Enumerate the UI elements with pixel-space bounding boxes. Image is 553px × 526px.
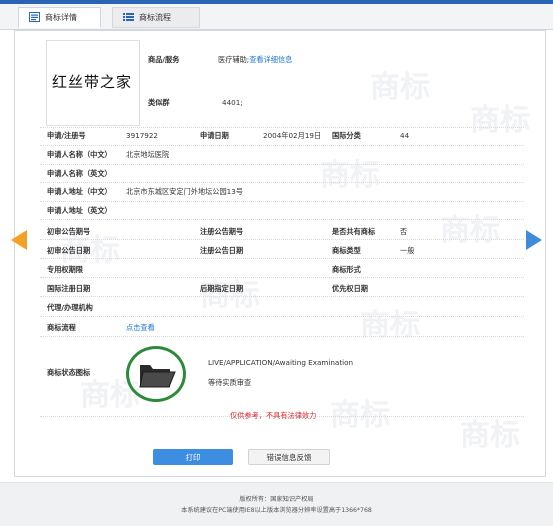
- folder-icon: [138, 360, 176, 390]
- address-cn-label: 申请人地址（中文）: [47, 187, 112, 196]
- shared-value: 否: [400, 227, 408, 236]
- similar-group-value: 4401;: [222, 98, 243, 107]
- view-process-link[interactable]: 点击查看: [126, 323, 155, 333]
- next-arrow-icon[interactable]: [526, 230, 542, 250]
- disclaimer-notice: 仅供参考，不具有法律效力: [230, 411, 317, 420]
- copyright-text: 版权所有：国家知识产权局: [239, 496, 314, 503]
- tm-form-label: 商标形式: [332, 265, 361, 274]
- tab-label: 商标流程: [139, 13, 171, 22]
- process-label: 商标流程: [47, 323, 76, 332]
- previous-arrow-icon[interactable]: [11, 230, 27, 250]
- tab-trademark-detail[interactable]: 商标详情: [18, 7, 101, 28]
- reg-pub-date-label: 注册公告日期: [200, 246, 244, 255]
- intl-class-label: 国际分类: [332, 131, 361, 140]
- document-icon: [29, 11, 40, 24]
- reg-no-label: 申请/注册号: [47, 131, 86, 140]
- tab-bar: 商标详情 商标流程: [0, 4, 553, 30]
- address-cn-value: 北京市东城区安定门外地坛公园13号: [126, 187, 243, 196]
- row-divider: [40, 145, 524, 146]
- view-details-link[interactable]: 查看详细信息: [249, 55, 292, 64]
- apply-date-value: 2004年02月19日: [263, 131, 322, 140]
- browser-recommendation-text: 本系统建议在PC端使用IE8以上版本浏览器分辨率设置高于1366*768: [181, 507, 372, 514]
- row-divider: [40, 316, 524, 317]
- tab-label: 商标详情: [45, 13, 77, 22]
- row-divider: [40, 182, 524, 183]
- footer: 版权所有：国家知识产权局 本系统建议在PC端使用IE8以上版本浏览器分辨率设置高…: [0, 482, 553, 526]
- print-button[interactable]: 打印: [153, 449, 233, 465]
- row-divider: [40, 258, 524, 259]
- row-divider: [40, 277, 524, 278]
- tab-trademark-process[interactable]: 商标流程: [112, 7, 200, 28]
- priority-date-label: 优先权日期: [332, 284, 368, 293]
- row-divider: [40, 164, 524, 165]
- row-divider: [40, 201, 524, 202]
- prelim-date-label: 初审公告日期: [47, 246, 91, 255]
- tm-type-value: 一般: [400, 246, 415, 255]
- intl-class-value: 44: [400, 131, 410, 140]
- row-divider: [40, 219, 524, 220]
- prelim-no-label: 初审公告期号: [47, 227, 91, 236]
- intl-reg-date-label: 国际注册日期: [47, 284, 91, 293]
- row-divider: [40, 336, 524, 337]
- status-en-text: LIVE/APPLICATION/Awaiting Examination: [208, 358, 354, 367]
- trademark-image-text: 红丝带之家: [52, 73, 133, 91]
- row-divider: [40, 127, 524, 128]
- similar-group-label: 类似群: [148, 98, 170, 107]
- apply-date-label: 申请日期: [200, 131, 229, 140]
- shared-label: 是否共有商标: [332, 227, 376, 236]
- list-icon: [123, 12, 134, 24]
- status-cn-text: 等待实质审查: [208, 378, 252, 387]
- goods-value: 医疗辅助;查看详细信息: [218, 55, 293, 64]
- status-label: 商标状态图标: [47, 368, 91, 377]
- agent-label: 代理/办理机构: [47, 303, 93, 312]
- tm-type-label: 商标类型: [332, 246, 361, 255]
- reg-no-value: 3917922: [126, 131, 159, 140]
- exclusive-period-label: 专用权期限: [47, 265, 83, 274]
- row-divider: [40, 296, 524, 297]
- applicant-en-label: 申请人名称（英文）: [47, 169, 112, 178]
- applicant-cn-value: 北京地坛医院: [126, 150, 170, 159]
- goods-label: 商品/服务: [148, 55, 180, 64]
- address-en-label: 申请人地址（英文）: [47, 206, 112, 215]
- applicant-cn-label: 申请人名称（中文）: [47, 150, 112, 159]
- later-date-label: 后期指定日期: [200, 284, 244, 293]
- reg-pub-no-label: 注册公告期号: [200, 227, 244, 236]
- row-divider: [40, 239, 524, 240]
- error-feedback-button[interactable]: 错误信息反馈: [248, 449, 330, 465]
